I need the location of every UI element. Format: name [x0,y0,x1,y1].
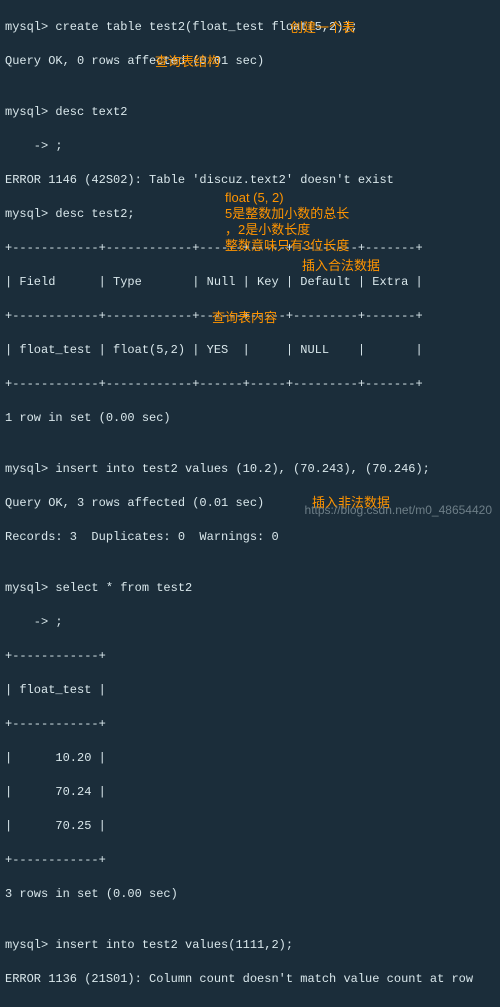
annotation-select-content: 查询表内容 [212,309,277,326]
annotation-float-int: 整数意味只有3位长度 [225,237,349,254]
term-line: | float_test | float(5,2) | YES | | NULL… [5,342,495,359]
term-line: mysql> select * from test2 [5,580,495,597]
annotation-insert-valid: 插入合法数据 [302,257,380,274]
term-line: -> ; [5,614,495,631]
term-line: | float_test | [5,682,495,699]
watermark-text: https://blog.csdn.net/m0_48654420 [305,502,492,519]
term-line: Records: 3 Duplicates: 0 Warnings: 0 [5,529,495,546]
term-line: | Field | Type | Null | Key | Default | … [5,274,495,291]
term-line: | 10.20 | [5,750,495,767]
annotation-create-table: 创建一个表 [290,19,355,36]
term-line: mysql> insert into test2 values (10.2), … [5,461,495,478]
term-line: ERROR 1146 (42S02): Table 'discuz.text2'… [5,172,495,189]
annotation-float-len: 5是整数加小数的总长 [225,205,349,222]
annotation-float-title: float (5, 2) [225,189,284,206]
term-line: mysql> create table test2(float_test flo… [5,19,495,36]
term-line: +------------+ [5,716,495,733]
term-line: | 70.24 | [5,784,495,801]
annotation-float-decimal: ，2是小数长度 [225,221,310,238]
term-line: +------------+------------+------+-----+… [5,376,495,393]
annotation-desc-structure: 查询表结构 [155,53,220,70]
term-line: +------------+ [5,648,495,665]
term-line: +------------+ [5,852,495,869]
term-line: 3 rows in set (0.00 sec) [5,886,495,903]
term-line: | 70.25 | [5,818,495,835]
term-line: mysql> insert into test2 values(1111,2); [5,937,495,954]
term-line: 1 row in set (0.00 sec) [5,410,495,427]
term-line: mysql> desc text2 [5,104,495,121]
term-line: -> ; [5,138,495,155]
term-line: ERROR 1136 (21S01): Column count doesn't… [5,971,495,988]
term-line: Query OK, 0 rows affected (0.01 sec) [5,53,495,70]
